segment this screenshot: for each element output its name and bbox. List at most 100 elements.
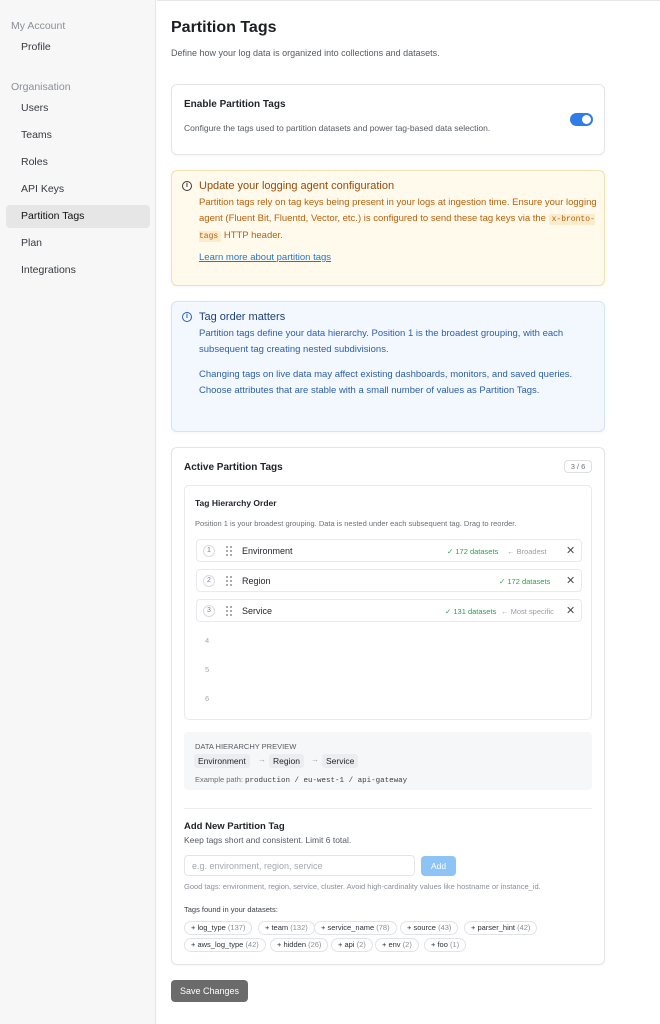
suggested-tag-source[interactable]: + source (43)	[400, 921, 459, 935]
suggested-tag-count: (78)	[376, 923, 390, 932]
active-partition-tags-card: Active Partition Tags 3 / 6 Tag Hierarch…	[171, 447, 605, 965]
tag-hierarchy-panel: Tag Hierarchy Order Position 1 is your b…	[184, 485, 592, 720]
sidebar-item-teams[interactable]: Teams	[6, 124, 150, 147]
suggested-tag-env[interactable]: + env (2)	[375, 938, 419, 952]
tag-row-environment[interactable]: 1 Environment ✓ 172 datasets ← Broadest …	[196, 539, 582, 562]
sidebar-item-plan[interactable]: Plan	[6, 232, 150, 255]
preview-label: DATA HIERARCHY PREVIEW	[195, 742, 297, 751]
data-hierarchy-preview: DATA HIERARCHY PREVIEW Environment → Reg…	[184, 732, 592, 790]
sidebar: My Account Profile Organisation Users Te…	[0, 0, 156, 1024]
suggested-tag-name: api	[344, 940, 355, 949]
sidebar-section-my-account: My Account	[11, 20, 66, 32]
sidebar-section-organisation: Organisation	[11, 81, 71, 93]
page-subtitle: Define how your log data is organized in…	[171, 48, 440, 58]
suggested-tag-count: (42)	[517, 923, 531, 932]
example-path: production / eu-west-1 / api-gateway	[245, 777, 408, 785]
suggested-tag-count: (2)	[402, 940, 412, 949]
active-title: Active Partition Tags	[184, 462, 283, 473]
info-circle-icon: i	[182, 181, 192, 191]
new-tag-input[interactable]	[184, 855, 415, 876]
position-label: ← Broadest	[507, 547, 547, 556]
empty-slot-number: 6	[205, 694, 210, 703]
suggested-tag-foo[interactable]: + foo (1)	[424, 938, 467, 952]
tag-position: 2	[203, 575, 215, 587]
suggested-tag-parser-hint[interactable]: + parser_hint (42)	[464, 921, 538, 935]
agent-config-warning: i Update your logging agent configuratio…	[171, 170, 605, 286]
suggested-tag-name: env	[388, 940, 401, 949]
empty-slot-number: 4	[205, 636, 210, 645]
add-tag-title: Add New Partition Tag	[184, 821, 285, 832]
tag-name: Region	[242, 576, 271, 586]
suggested-tag-count: (26)	[308, 940, 322, 949]
drag-handle-icon[interactable]	[226, 606, 232, 616]
good-tags-hint: Good tags: environment, region, service,…	[184, 882, 541, 891]
sidebar-item-partition-tags[interactable]: Partition Tags	[6, 205, 150, 228]
position-label: ← Most specific	[501, 607, 554, 616]
enable-toggle[interactable]	[570, 113, 593, 126]
example-path-label: Example path:	[195, 775, 243, 784]
suggested-tag-log-type[interactable]: + log_type (137)	[184, 921, 253, 935]
sidebar-item-roles[interactable]: Roles	[6, 151, 150, 174]
drag-handle-icon[interactable]	[226, 546, 232, 556]
suggested-tag-count: (1)	[450, 940, 460, 949]
arrow-right-icon: →	[311, 755, 319, 764]
sidebar-item-profile[interactable]: Profile	[6, 36, 150, 59]
warning-body-text-end: HTTP header.	[223, 230, 283, 241]
top-border	[157, 0, 660, 1]
enable-title: Enable Partition Tags	[184, 99, 286, 110]
save-changes-button[interactable]: Save Changes	[171, 980, 248, 1002]
warning-body-text: Partition tags rely on tag keys being pr…	[199, 197, 597, 224]
info-paragraph-1: Partition tags define your data hierarch…	[199, 328, 564, 355]
suggested-tag-name: service_name	[327, 923, 375, 932]
suggested-tag-name: log_type	[197, 923, 226, 932]
info-circle-icon: i	[182, 312, 192, 322]
tag-order-info: i Tag order matters Partition tags defin…	[171, 301, 605, 432]
suggested-tag-aws-log-type[interactable]: + aws_log_type (42)	[184, 938, 266, 952]
drag-handle-icon[interactable]	[226, 576, 232, 586]
arrow-right-icon: →	[258, 755, 266, 764]
hierarchy-chip: Service	[322, 754, 359, 768]
enable-description: Configure the tags used to partition dat…	[184, 123, 491, 133]
warning-title: Update your logging agent configuration	[199, 180, 395, 192]
suggested-tag-service-name[interactable]: + service_name (78)	[314, 921, 397, 935]
suggested-tag-name: aws_log_type	[197, 940, 244, 949]
suggested-tag-hidden[interactable]: + hidden (26)	[270, 938, 329, 952]
tag-position: 1	[203, 545, 215, 557]
tag-count-badge: 3 / 6	[564, 460, 592, 473]
toggle-knob	[582, 115, 591, 124]
hierarchy-title: Tag Hierarchy Order	[195, 498, 277, 508]
suggested-tag-team[interactable]: + team (132)	[258, 921, 315, 935]
remove-tag-icon[interactable]: ✕	[566, 604, 575, 617]
remove-tag-icon[interactable]: ✕	[566, 544, 575, 557]
tag-position: 3	[203, 605, 215, 617]
hierarchy-chip: Region	[269, 754, 304, 768]
dataset-count: ✓ 172 datasets	[499, 577, 551, 586]
suggested-tag-count: (2)	[356, 940, 366, 949]
sidebar-item-users[interactable]: Users	[6, 97, 150, 120]
enable-partition-tags-card: Enable Partition Tags Configure the tags…	[171, 84, 605, 155]
add-tag-button[interactable]: Add	[421, 856, 456, 876]
tag-row-service[interactable]: 3 Service ✓ 131 datasets ← Most specific…	[196, 599, 582, 622]
sidebar-item-api-keys[interactable]: API Keys	[6, 178, 150, 201]
example-path-row: Example path: production / eu-west-1 / a…	[195, 775, 407, 785]
tag-name: Environment	[242, 546, 293, 556]
add-tag-hint: Keep tags short and consistent. Limit 6 …	[184, 835, 352, 845]
suggested-tag-name: parser_hint	[477, 923, 515, 932]
suggested-tag-name: source	[413, 923, 436, 932]
sidebar-item-integrations[interactable]: Integrations	[6, 259, 150, 282]
remove-tag-icon[interactable]: ✕	[566, 574, 575, 587]
suggested-tag-count: (132)	[290, 923, 308, 932]
info-title: Tag order matters	[199, 311, 286, 323]
suggested-tag-count: (42)	[245, 940, 259, 949]
suggested-tag-api[interactable]: + api (2)	[331, 938, 373, 952]
dataset-count: ✓ 131 datasets	[445, 607, 497, 616]
hierarchy-description: Position 1 is your broadest grouping. Da…	[195, 519, 517, 528]
divider	[184, 808, 592, 809]
hierarchy-chip: Environment	[194, 754, 250, 768]
dataset-count: ✓ 172 datasets	[447, 547, 499, 556]
tag-name: Service	[242, 606, 273, 616]
page-title: Partition Tags	[171, 19, 277, 36]
empty-slot-number: 5	[205, 665, 210, 674]
learn-more-link[interactable]: Learn more about partition tags	[199, 252, 331, 263]
tag-row-region[interactable]: 2 Region ✓ 172 datasets ✕	[196, 569, 582, 592]
